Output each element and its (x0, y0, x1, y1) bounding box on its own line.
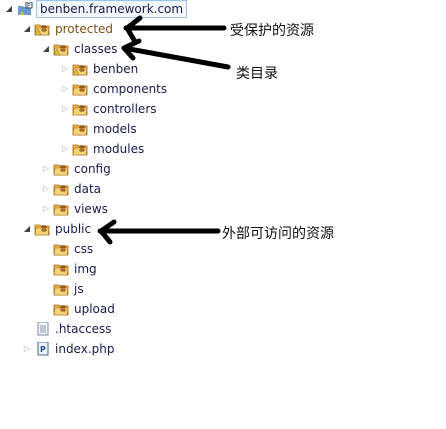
arrow-classes (121, 38, 231, 70)
annotation-public: 外部可访问的资源 (222, 226, 334, 242)
arrow-protected (123, 15, 227, 43)
annotation-classes: 类目录 (236, 66, 278, 82)
annotation-protected: 受保护的资源 (230, 23, 314, 39)
arrow-public (97, 219, 221, 245)
annotation-arrows (97, 15, 231, 245)
